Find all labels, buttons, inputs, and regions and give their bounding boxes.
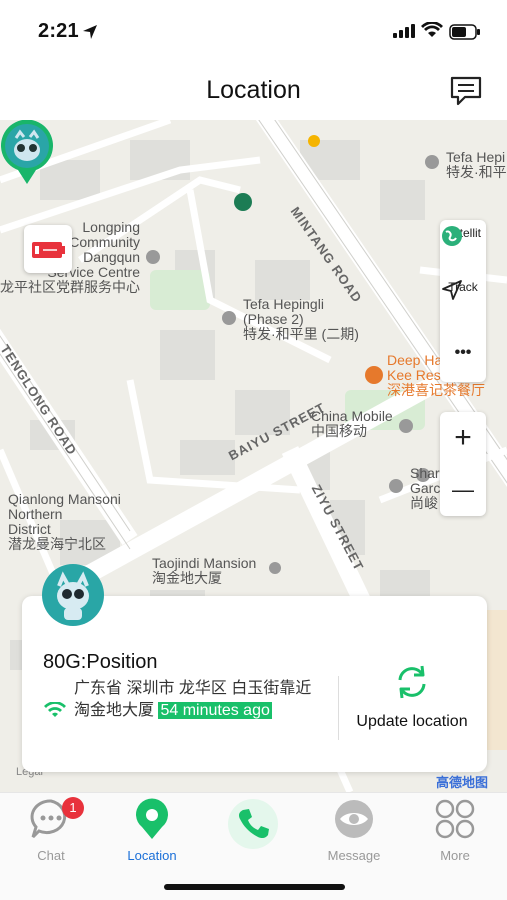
low-battery-icon [32, 242, 65, 258]
robot-avatar-icon [57, 571, 89, 620]
device-location-pin-icon[interactable] [0, 120, 54, 186]
chat-unread-badge: 1 [62, 797, 84, 819]
refresh-icon [398, 665, 426, 699]
wifi-signal-icon [44, 702, 66, 717]
tab-location-label: Location [127, 848, 177, 863]
phone-icon [228, 799, 278, 849]
navigation-arrow-icon [442, 280, 462, 300]
device-location-card: 80G:Position 广东省 深圳市 龙华区 白玉街靠近淘金地大厦 54 m… [22, 596, 487, 772]
status-bar: 2:21 [0, 0, 507, 64]
wifi-icon [421, 22, 443, 37]
tab-more[interactable]: More [410, 797, 500, 863]
track-button[interactable]: Track [440, 278, 486, 300]
map-provider-label: 高德地图 [436, 775, 489, 790]
location-services-icon [83, 25, 97, 39]
zoom-controls: + — [440, 412, 486, 516]
tab-message-label: Message [327, 848, 381, 863]
more-tools-button[interactable]: ••• [440, 340, 486, 366]
status-time: 2:21 [38, 20, 79, 42]
card-divider [338, 676, 339, 740]
low-battery-indicator [24, 225, 72, 273]
page-title: Location [206, 76, 301, 104]
tab-chat[interactable]: 1 Chat [6, 797, 96, 863]
cellular-signal-icon [393, 24, 415, 38]
map-label-qianlong: Qianlong Mansoni Northern District 潜龙曼海宁… [8, 491, 121, 552]
tab-call[interactable] [208, 797, 298, 856]
four-circles-icon [435, 799, 475, 839]
tab-more-label: More [440, 848, 470, 863]
tab-message[interactable]: Message [309, 797, 399, 863]
last-update-time: 54 minutes ago [158, 702, 272, 719]
zoom-out-button[interactable]: — [440, 464, 486, 516]
more-dots-icon: ••• [454, 344, 472, 361]
device-avatar[interactable] [42, 564, 104, 626]
satellite-button[interactable]: Satellit [440, 224, 486, 246]
device-name: 80G:Position [43, 651, 158, 673]
home-indicator [164, 884, 345, 890]
device-address: 广东省 深圳市 龙华区 白玉街靠近淘金地大厦 54 minutes ago [74, 678, 316, 722]
tab-location[interactable]: Location [107, 797, 197, 863]
update-location-button[interactable]: Update location [342, 662, 482, 731]
header: Location [0, 64, 507, 120]
map-tools-panel: Satellit Track ••• [440, 220, 486, 382]
battery-icon [449, 24, 480, 40]
location-pin-icon [136, 798, 168, 839]
tab-chat-label: Chat [37, 848, 65, 863]
map-label-tefa-phase2: Tefa Hepingli (Phase 2) 特发·和平里 (二期) [243, 296, 359, 342]
screen: 2:21 Location Longping Community Dangqun… [0, 0, 507, 900]
chat-message-icon[interactable] [449, 74, 483, 108]
update-location-label: Update location [356, 713, 468, 730]
map-label-taojindi: Taojindi Mansion 淘金地大厦 [152, 555, 257, 586]
globe-icon [442, 226, 462, 246]
zoom-in-button[interactable]: + [440, 412, 486, 464]
map-label-tefa-top: Tefa Hepi 特发·和平 [446, 149, 507, 180]
eye-icon [335, 800, 373, 838]
